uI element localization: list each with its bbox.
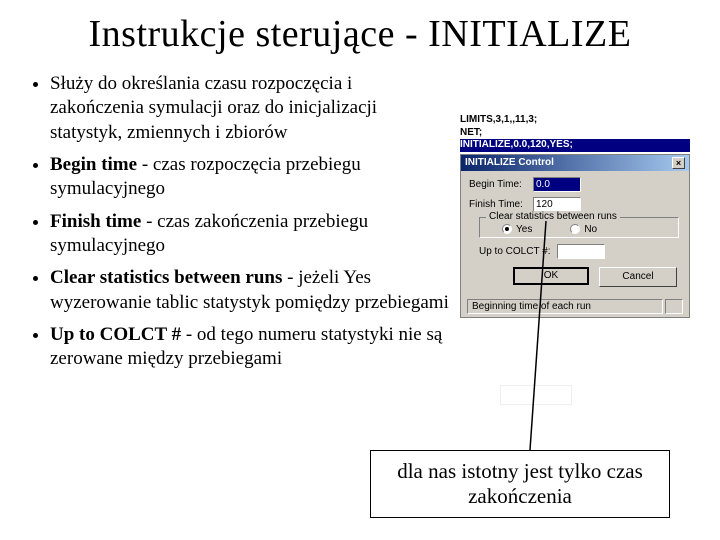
code-line-highlight: INITIALIZE,0.0,120,YES;: [460, 139, 690, 152]
code-lines: LIMITS,3,1,,11,3; NET; INITIALIZE,0.0,12…: [460, 114, 690, 152]
list-item: Finish time - czas zakończenia przebiegu…: [50, 210, 450, 259]
begin-time-field[interactable]: 0.0: [533, 177, 581, 192]
radio-yes[interactable]: Yes: [502, 224, 532, 235]
cancel-button[interactable]: Cancel: [599, 267, 677, 287]
group-label: Clear statistics between runs: [486, 211, 620, 222]
dialog-titlebar: INITIALIZE Control ×: [461, 155, 689, 171]
dialog-title-text: INITIALIZE Control: [465, 157, 554, 168]
list-item: Up to COLCT # - od tego numeru statystyk…: [50, 323, 450, 372]
code-line: LIMITS,3,1,,11,3;: [460, 114, 690, 127]
status-text: Beginning time of each run: [467, 299, 663, 314]
clear-stats-group: Clear statistics between runs Yes No: [479, 217, 679, 238]
radio-yes-label: Yes: [516, 224, 532, 235]
radio-no-label: No: [584, 224, 597, 235]
list-item: Clear statistics between runs - jeżeli Y…: [50, 266, 450, 315]
radio-icon: [502, 224, 512, 234]
list-item: Służy do określania czasu rozpoczęcia i …: [50, 72, 450, 145]
initialize-dialog: INITIALIZE Control × Begin Time: 0.0 Fin…: [460, 154, 690, 318]
callout-text: dla nas istotny jest tylko czas zakończe…: [371, 459, 669, 509]
placeholder-box: [500, 385, 572, 405]
close-icon[interactable]: ×: [672, 157, 685, 169]
code-line: NET;: [460, 127, 690, 140]
bullet-list: Służy do określania czasu rozpoczęcia i …: [30, 72, 450, 379]
upto-label: Up to COLCT #:: [479, 246, 551, 257]
callout-box: dla nas istotny jest tylko czas zakończe…: [370, 450, 670, 518]
radio-icon: [570, 224, 580, 234]
begin-time-label: Begin Time:: [469, 179, 533, 190]
upto-field[interactable]: [557, 244, 605, 259]
ok-button[interactable]: OK: [513, 267, 589, 285]
finish-time-label: Finish Time:: [469, 199, 533, 210]
radio-no[interactable]: No: [570, 224, 597, 235]
status-bar: Beginning time of each run: [467, 299, 683, 317]
finish-time-field[interactable]: 120: [533, 197, 581, 212]
list-item: Begin time - czas rozpoczęcia przebiegu …: [50, 153, 450, 202]
page-title: Instrukcje sterujące - INITIALIZE: [30, 12, 690, 56]
